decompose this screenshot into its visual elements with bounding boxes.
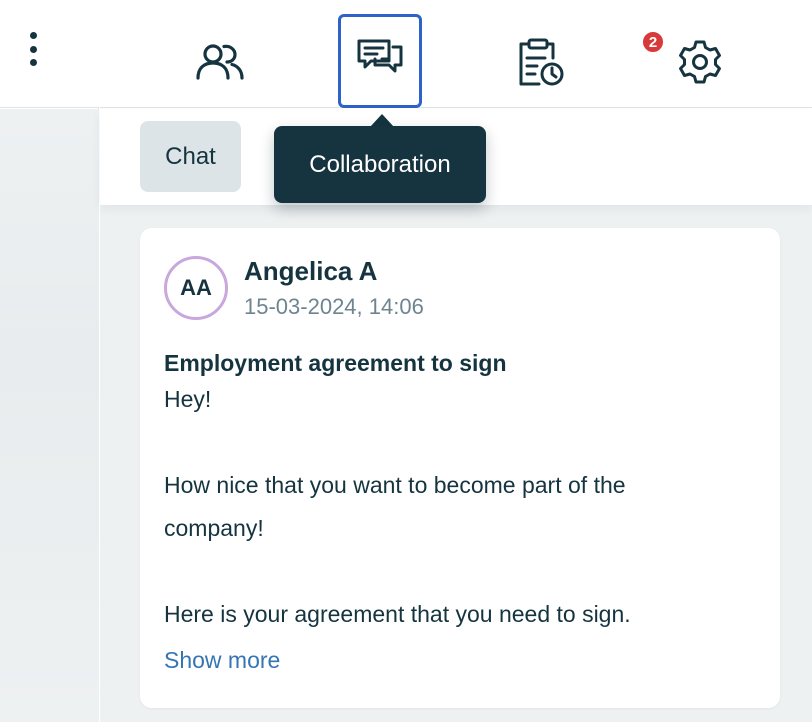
collaboration-tooltip: Collaboration (274, 126, 486, 203)
users-icon (196, 43, 244, 80)
message-line (164, 421, 764, 464)
message-timestamp: 15-03-2024, 14:06 (244, 294, 424, 319)
message-line: company! (164, 515, 264, 541)
message-line: How nice that you want to become part of… (164, 472, 626, 498)
message-line (164, 550, 764, 593)
nav-settings-button[interactable] (658, 15, 742, 108)
gear-icon (679, 40, 721, 83)
message-card: AA Angelica A 15-03-2024, 14:06 Employme… (140, 228, 780, 708)
message-author: Angelica A (244, 256, 378, 286)
nav-tasks-button[interactable] (498, 15, 582, 108)
kebab-menu-icon[interactable] (26, 32, 40, 66)
message-line: Here is your agreement that you need to … (164, 601, 631, 627)
left-panel-background (0, 109, 99, 722)
chat-bubbles-icon (357, 39, 403, 73)
top-navigation: 2 (100, 0, 812, 108)
show-more-link[interactable]: Show more (164, 647, 280, 674)
clipboard-clock-icon (519, 38, 564, 85)
left-topbar (0, 0, 99, 108)
nav-collaboration-button[interactable] (338, 14, 422, 108)
tab-chat[interactable]: Chat (140, 121, 241, 192)
message-body: Employment agreement to sign Hey! How ni… (164, 348, 764, 636)
message-line: Hey! (164, 386, 212, 412)
left-strip (0, 0, 99, 722)
avatar: AA (164, 256, 228, 320)
message-subject: Employment agreement to sign (164, 350, 507, 376)
nav-users-button[interactable] (178, 15, 262, 108)
